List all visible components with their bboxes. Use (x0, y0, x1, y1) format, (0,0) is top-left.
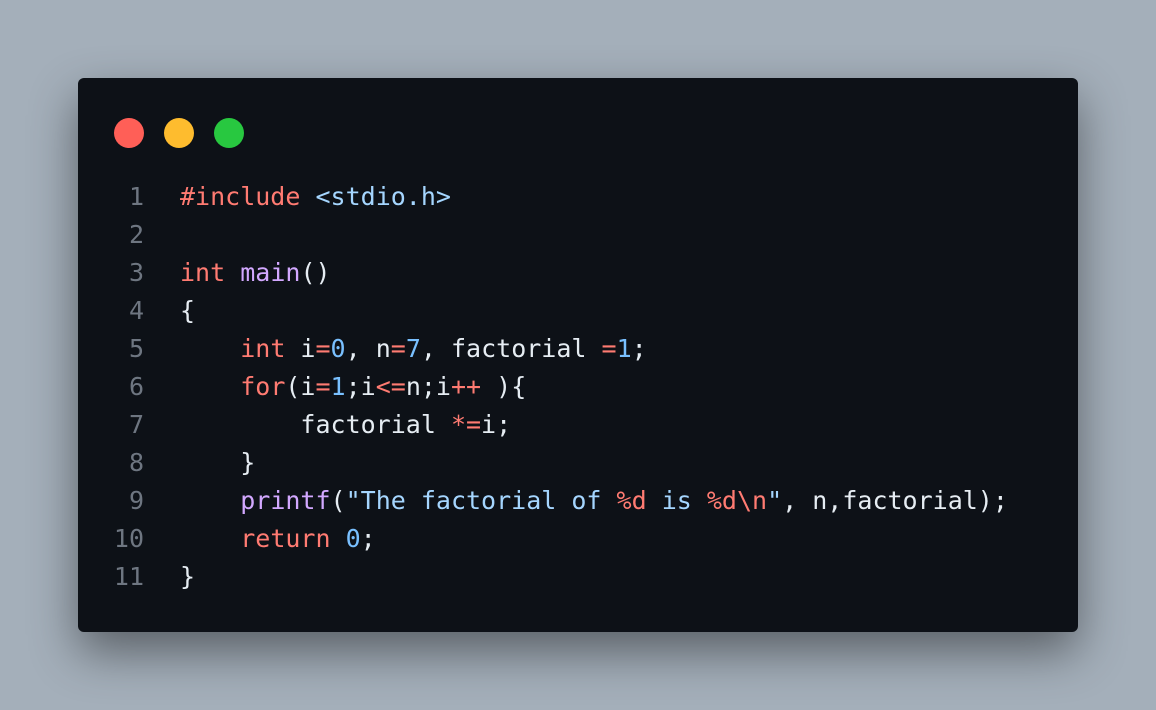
plain-token: , n,factorial); (782, 486, 1008, 515)
operator-token: = (390, 334, 406, 363)
keyword-token: return (240, 524, 331, 553)
operator-token: *= (450, 410, 482, 439)
number-token: 1 (616, 334, 632, 363)
format-token: %d\n (706, 486, 768, 515)
plain-token: () (300, 258, 331, 287)
string-token: " (767, 486, 783, 515)
code-text: int main() (180, 254, 331, 292)
keyword-token: int (240, 334, 286, 363)
code-line: 7 factorial *=i; (78, 406, 1078, 444)
line-number: 8 (128, 448, 144, 477)
code-window: 1 #include <stdio.h> 2 3 int main() 4{ 5 i… (78, 78, 1078, 632)
function-token: main (240, 258, 301, 287)
line-number: 9 (128, 486, 144, 515)
code-line: 1 #include <stdio.h> (78, 178, 1078, 216)
number-token: 0 (330, 334, 346, 363)
line-number: 2 (128, 220, 144, 249)
code-text: #include <stdio.h> (180, 178, 451, 216)
number-token: 7 (405, 334, 421, 363)
code-line: 9 printf("The factorial of %d is %d\n", … (78, 482, 1078, 520)
close-dot-icon[interactable] (114, 118, 144, 148)
operator-token: = (315, 334, 331, 363)
maximize-dot-icon[interactable] (214, 118, 244, 148)
plain-token: ( (330, 486, 346, 515)
operator-token: = (315, 372, 331, 401)
code-text: } (180, 558, 195, 596)
line-number: 5 (128, 334, 144, 363)
keyword-token: for (240, 372, 286, 401)
code-line: 2 (78, 216, 1078, 254)
code-text: for(i=1;i<=n;i++ ){ (180, 368, 526, 406)
plain-token: ){ (481, 372, 527, 401)
line-number: 1 (128, 182, 144, 211)
plain-token: , factorial (420, 334, 602, 363)
plain-token: , n (345, 334, 391, 363)
plain-token: i; (481, 410, 512, 439)
code-line: 3 int main() (78, 254, 1078, 292)
code-line: 8 } (78, 444, 1078, 482)
operator-token: <= (375, 372, 406, 401)
line-number: 6 (128, 372, 144, 401)
plain-token: } (180, 448, 256, 477)
code-line: 5 int i=0, n=7, factorial =1; (78, 330, 1078, 368)
code-text: { (180, 292, 195, 330)
plain-token: { (180, 296, 196, 325)
plain-token: i (285, 334, 316, 363)
code-text: printf("The factorial of %d is %d\n", n,… (180, 482, 1008, 520)
plain-token: n;i (405, 372, 451, 401)
plain-token: ; (360, 524, 376, 553)
code-text: int i=0, n=7, factorial =1; (180, 330, 647, 368)
code-text: return 0; (180, 520, 376, 558)
code-line: 6 for(i=1;i<=n;i++ ){ (78, 368, 1078, 406)
line-number: 3 (128, 258, 144, 287)
plain-token: } (180, 562, 196, 591)
line-number: 7 (128, 410, 144, 439)
code-block[interactable]: 1 #include <stdio.h> 2 3 int main() 4{ 5 i… (78, 178, 1078, 596)
code-line: 4{ (78, 292, 1078, 330)
line-number: 10 (113, 524, 144, 553)
plain-token: ; (631, 334, 647, 363)
line-number: 11 (113, 562, 144, 591)
line-number: 4 (128, 296, 144, 325)
number-token: 1 (330, 372, 346, 401)
minimize-dot-icon[interactable] (164, 118, 194, 148)
code-line: 10 return 0; (78, 520, 1078, 558)
function-token: printf (240, 486, 331, 515)
operator-token: = (601, 334, 617, 363)
keyword-token: int (180, 258, 226, 287)
string-token: is (646, 486, 707, 515)
operator-token: ++ (450, 372, 482, 401)
plain-token: (i (285, 372, 316, 401)
code-text: } (180, 444, 255, 482)
plain-token: factorial (180, 410, 451, 439)
plain-token: ;i (345, 372, 376, 401)
include-token: <stdio.h> (315, 182, 451, 211)
keyword-token: #include (180, 182, 301, 211)
code-text: factorial *=i; (180, 406, 511, 444)
code-line: 11} (78, 558, 1078, 596)
string-token: "The factorial of (345, 486, 617, 515)
format-token: %d (616, 486, 647, 515)
number-token: 0 (345, 524, 361, 553)
